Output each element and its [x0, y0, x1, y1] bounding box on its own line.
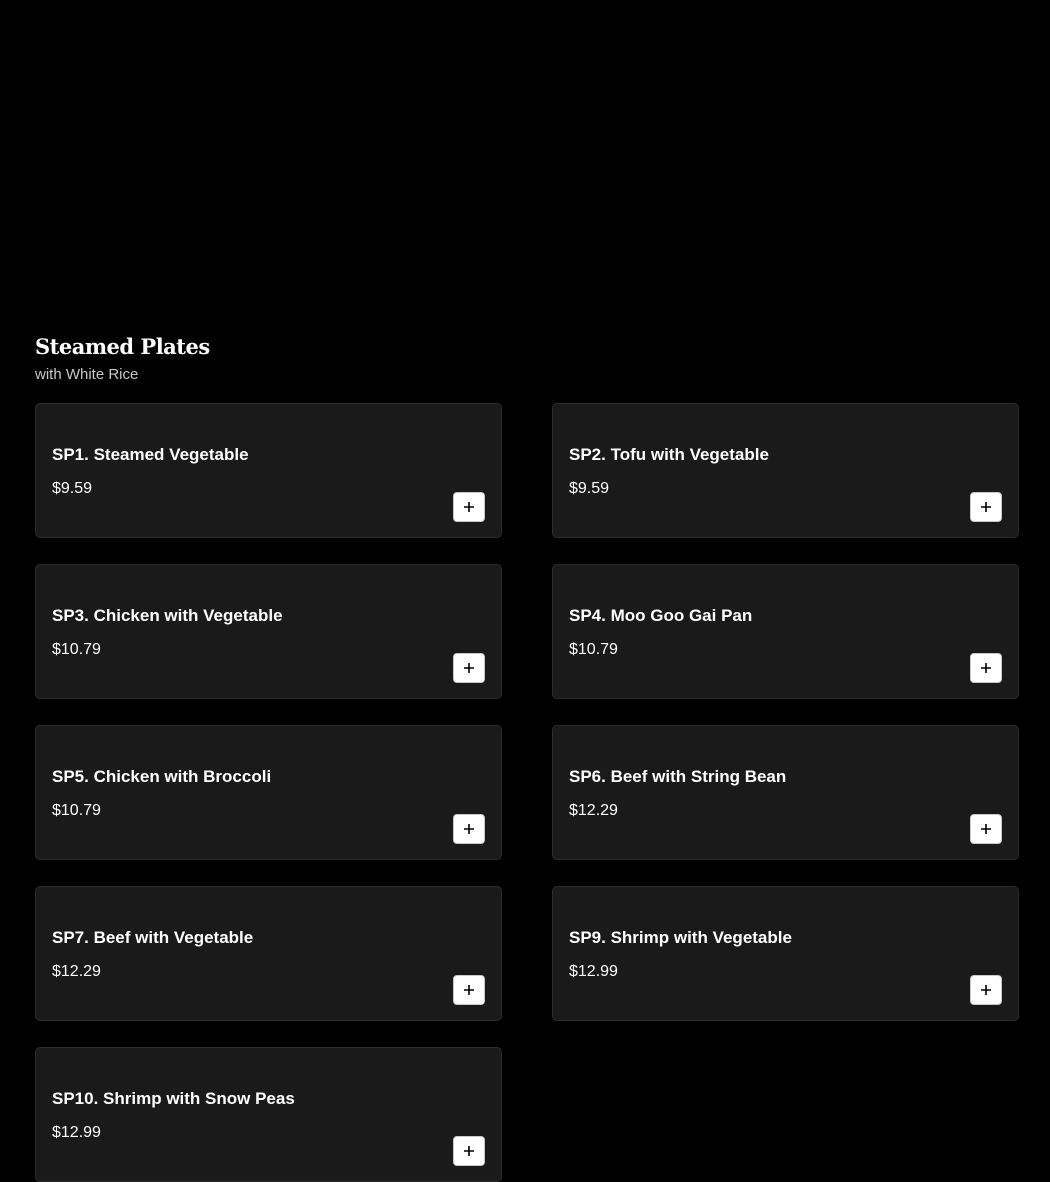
menu-item-name: SP9. Shrimp with Vegetable: [569, 928, 792, 947]
menu-item-card[interactable]: SP4. Moo Goo Gai Pan $10.79: [552, 564, 1019, 699]
add-to-cart-button[interactable]: [453, 975, 485, 1005]
plus-icon: [464, 502, 474, 512]
plus-icon: [981, 663, 991, 673]
menu-item-card[interactable]: SP10. Shrimp with Snow Peas $12.99: [35, 1047, 502, 1182]
add-to-cart-button[interactable]: [970, 492, 1002, 522]
menu-item-price: $12.29: [569, 802, 618, 819]
menu-item-price: $12.99: [52, 1124, 101, 1141]
add-to-cart-button[interactable]: [453, 492, 485, 522]
menu-item-name: SP4. Moo Goo Gai Pan: [569, 606, 753, 625]
plus-icon: [464, 1146, 474, 1156]
plus-icon: [464, 663, 474, 673]
menu-item-name: SP1. Steamed Vegetable: [52, 445, 249, 464]
section-subtitle: with White Rice: [35, 366, 139, 383]
menu-item-price: $10.79: [569, 641, 618, 658]
add-to-cart-button[interactable]: [970, 975, 1002, 1005]
menu-item-name: SP6. Beef with String Bean: [569, 767, 787, 786]
menu-item-name: SP5. Chicken with Broccoli: [52, 767, 272, 786]
menu-item-card[interactable]: SP6. Beef with String Bean $12.29: [552, 725, 1019, 860]
menu-item-price: $10.79: [52, 802, 101, 819]
menu-item-card[interactable]: SP5. Chicken with Broccoli $10.79: [35, 725, 502, 860]
section-title: Steamed Plates: [35, 334, 210, 359]
menu-item-price: $9.59: [569, 480, 610, 497]
plus-icon: [981, 985, 991, 995]
menu-item-card[interactable]: SP7. Beef with Vegetable $12.29: [35, 886, 502, 1021]
menu-item-price: $12.29: [52, 963, 101, 980]
menu-item-price: $10.79: [52, 641, 101, 658]
menu-item-card[interactable]: SP1. Steamed Vegetable $9.59: [35, 403, 502, 538]
add-to-cart-button[interactable]: [970, 653, 1002, 683]
add-to-cart-button[interactable]: [453, 1136, 485, 1166]
menu-item-name: SP2. Tofu with Vegetable: [569, 445, 769, 464]
menu-item-price: $12.99: [569, 963, 618, 980]
menu-item-name: SP3. Chicken with Vegetable: [52, 606, 283, 625]
add-to-cart-button[interactable]: [970, 814, 1002, 844]
menu-item-price: $9.59: [52, 480, 93, 497]
menu-item-card[interactable]: SP3. Chicken with Vegetable $10.79: [35, 564, 502, 699]
plus-icon: [464, 824, 474, 834]
menu-item-name: SP7. Beef with Vegetable: [52, 928, 254, 947]
plus-icon: [464, 985, 474, 995]
add-to-cart-button[interactable]: [453, 814, 485, 844]
plus-icon: [981, 824, 991, 834]
menu-section-steamed-plates: Steamed Plates with White Rice SP1. Stea…: [35, 333, 1021, 1182]
add-to-cart-button[interactable]: [453, 653, 485, 683]
menu-item-card[interactable]: SP9. Shrimp with Vegetable $12.99: [552, 886, 1019, 1021]
plus-icon: [981, 502, 991, 512]
menu-item-name: SP10. Shrimp with Snow Peas: [52, 1089, 295, 1108]
menu-item-card[interactable]: SP2. Tofu with Vegetable $9.59: [552, 403, 1019, 538]
